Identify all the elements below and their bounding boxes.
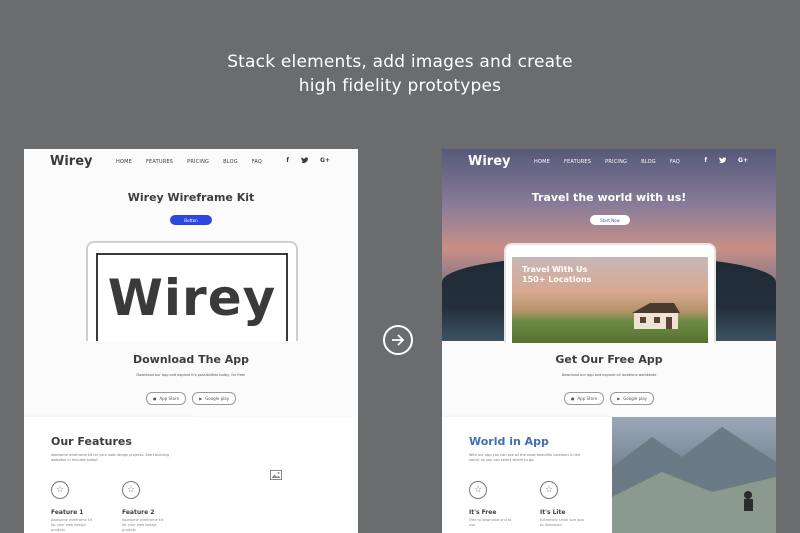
twitter-icon[interactable] bbox=[719, 157, 727, 165]
google-plus-icon[interactable]: G+ bbox=[320, 157, 330, 165]
headline-line-2: high fidelity prototypes bbox=[298, 76, 502, 96]
nav-link-faq[interactable]: FAQ bbox=[670, 159, 680, 165]
headline-line-1: Stack elements, add images and create bbox=[227, 52, 573, 72]
tablet-logo-text: Wirey bbox=[107, 269, 277, 327]
store-buttons: ● App Store ▶ Google play bbox=[24, 392, 358, 405]
feature-2-text: Extremely small size app to download bbox=[540, 518, 584, 527]
wireframe-logo[interactable]: Wirey bbox=[50, 154, 93, 169]
nav-link-faq[interactable]: FAQ bbox=[252, 159, 262, 165]
star-icon: ☆ bbox=[122, 481, 140, 499]
nav-link-pricing[interactable]: PRICING bbox=[187, 159, 209, 165]
prototype-social-links: f G+ bbox=[704, 157, 748, 165]
prototype-logo[interactable]: Wirey bbox=[468, 154, 511, 169]
facebook-icon[interactable]: f bbox=[704, 157, 707, 165]
star-icon: ☆ bbox=[51, 481, 69, 499]
apple-icon: ● bbox=[570, 396, 575, 401]
nav-link-features[interactable]: FEATURES bbox=[564, 159, 591, 165]
nav-link-blog[interactable]: BLOG bbox=[641, 159, 656, 165]
download-title: Download The App bbox=[132, 353, 250, 366]
feature-1-name: Feature 1 bbox=[51, 509, 84, 516]
prototype-navbar: Wirey HOME FEATURES PRICING BLOG FAQ f G… bbox=[442, 149, 776, 175]
wireframe-nav-links: HOME FEATURES PRICING BLOG FAQ bbox=[116, 159, 262, 165]
features-description: With our app you can see all the most be… bbox=[469, 453, 581, 462]
app-store-label: App Store bbox=[577, 396, 598, 401]
feature-2-name: Feature 2 bbox=[122, 509, 155, 516]
mountain-photo bbox=[612, 417, 776, 533]
wireframe-hero-title: Wirey Wireframe Kit bbox=[127, 191, 255, 204]
features-title: Our Features bbox=[51, 435, 132, 448]
star-icon: ☆ bbox=[540, 481, 558, 499]
google-play-button[interactable]: ▶ Google play bbox=[192, 392, 237, 405]
play-icon: ▶ bbox=[617, 396, 621, 401]
nav-link-home[interactable]: HOME bbox=[116, 159, 132, 165]
feature-2-text: Awesome wireframe kit for your web desig… bbox=[122, 518, 164, 532]
tablet-screen: Wirey bbox=[96, 253, 288, 341]
nav-link-features[interactable]: FEATURES bbox=[146, 159, 173, 165]
feature-1-name: It's Free bbox=[469, 509, 497, 516]
app-store-label: App Store bbox=[159, 396, 180, 401]
feature-1-text: Free to download and to use bbox=[469, 518, 512, 527]
features-card: Our Features Awesome wireframe kit for y… bbox=[24, 417, 194, 533]
prototype-nav-links: HOME FEATURES PRICING BLOG FAQ bbox=[534, 159, 680, 165]
download-subtitle: Download our app and explore all locatio… bbox=[561, 373, 657, 377]
store-buttons: ● App Store ▶ Google play bbox=[442, 392, 776, 405]
mountain-silhouette bbox=[612, 427, 776, 533]
image-placeholder bbox=[194, 417, 358, 533]
download-title: Get Our Free App bbox=[555, 353, 663, 366]
features-title: World in App bbox=[469, 435, 549, 448]
house-illustration bbox=[632, 303, 680, 329]
prototype-hero-title: Travel the world with us! bbox=[531, 191, 687, 204]
photo-caption: Travel With Us 150+ Locations bbox=[522, 265, 591, 285]
google-plus-icon[interactable]: G+ bbox=[738, 157, 748, 165]
wireframe-hero-button[interactable]: Button bbox=[170, 215, 212, 225]
start-now-button[interactable]: Start Now bbox=[590, 215, 630, 225]
tablet-photo: Travel With Us 150+ Locations bbox=[512, 257, 708, 343]
play-icon: ▶ bbox=[199, 396, 203, 401]
photo-caption-line-2: 150+ Locations bbox=[522, 275, 592, 284]
nav-link-home[interactable]: HOME bbox=[534, 159, 550, 165]
image-placeholder-icon bbox=[270, 470, 282, 480]
google-play-label: Google play bbox=[205, 396, 230, 401]
wireframe-panel: Wirey HOME FEATURES PRICING BLOG FAQ f G… bbox=[24, 149, 358, 533]
feature-2-name: It's Lite bbox=[540, 509, 566, 516]
arrow-right-icon bbox=[383, 325, 413, 355]
nav-link-blog[interactable]: BLOG bbox=[223, 159, 238, 165]
nav-link-pricing[interactable]: PRICING bbox=[605, 159, 627, 165]
twitter-icon[interactable] bbox=[301, 157, 309, 165]
apple-icon: ● bbox=[152, 396, 157, 401]
app-store-button[interactable]: ● App Store bbox=[563, 392, 605, 405]
wireframe-social-links: f G+ bbox=[286, 157, 330, 165]
photo-caption-line-1: Travel With Us bbox=[522, 265, 588, 274]
features-card: World in App With our app you can see al… bbox=[442, 417, 612, 533]
wireframe-navbar: Wirey HOME FEATURES PRICING BLOG FAQ f G… bbox=[24, 149, 358, 175]
headline: Stack elements, add images and create hi… bbox=[0, 50, 800, 98]
feature-1-text: Awesome wireframe kit for your web desig… bbox=[51, 518, 93, 532]
download-subtitle: Download our app and explore it's possib… bbox=[136, 373, 246, 377]
tablet-mockup: Wirey bbox=[86, 241, 298, 341]
google-play-button[interactable]: ▶ Google play bbox=[610, 392, 655, 405]
facebook-icon[interactable]: f bbox=[286, 157, 289, 165]
app-store-button[interactable]: ● App Store bbox=[145, 392, 187, 405]
star-icon: ☆ bbox=[469, 481, 487, 499]
features-description: Awesome wireframe kit for your web desig… bbox=[51, 453, 170, 462]
google-play-label: Google play bbox=[623, 396, 648, 401]
prototype-panel: Wirey HOME FEATURES PRICING BLOG FAQ f G… bbox=[442, 149, 776, 533]
tablet-mockup: Travel With Us 150+ Locations bbox=[504, 243, 716, 343]
